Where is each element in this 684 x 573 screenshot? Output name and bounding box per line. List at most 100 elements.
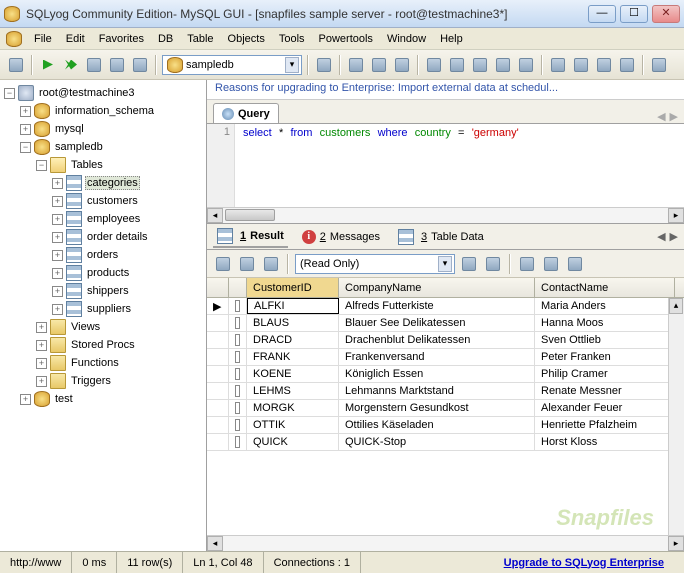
close-button[interactable]: ✕ xyxy=(652,5,680,23)
table-row[interactable]: DRACDDrachenblut DelikatessenSven Ottlie… xyxy=(207,332,684,349)
tool-button-7[interactable] xyxy=(424,55,444,75)
tree-folder-views[interactable]: +Views xyxy=(0,318,206,336)
dropdown-icon[interactable]: ▾ xyxy=(438,256,452,272)
scroll-up-icon[interactable]: ▴ xyxy=(669,298,683,314)
cell-companyname[interactable]: Blauer See Delikatessen xyxy=(339,315,535,331)
menu-window[interactable]: Window xyxy=(381,31,432,47)
expand-icon[interactable]: − xyxy=(20,142,31,153)
menu-powertools[interactable]: Powertools xyxy=(313,31,379,47)
refresh-button[interactable] xyxy=(84,55,104,75)
checkbox-icon[interactable] xyxy=(235,334,240,346)
cell-contactname[interactable]: Horst Kloss xyxy=(535,434,675,450)
query-tab[interactable]: Query xyxy=(213,103,279,123)
sql-editor[interactable]: 1 select * from customers where country … xyxy=(207,124,684,224)
tree-table-employees[interactable]: +employees xyxy=(0,210,206,228)
cell-customerid[interactable]: ALFKI xyxy=(247,298,339,314)
cell-companyname[interactable]: QUICK-Stop xyxy=(339,434,535,450)
expand-icon[interactable]: + xyxy=(52,214,63,225)
row-check[interactable] xyxy=(229,315,247,331)
tree-folder-triggers[interactable]: +Triggers xyxy=(0,372,206,390)
scroll-thumb[interactable] xyxy=(225,209,275,221)
tab-prev-icon[interactable]: ◀ xyxy=(657,110,665,123)
table-row[interactable]: FRANKFrankenversandPeter Franken xyxy=(207,349,684,366)
expand-icon[interactable]: + xyxy=(52,250,63,261)
tree-folder-storedprocs[interactable]: +Stored Procs xyxy=(0,336,206,354)
rtab-next-icon[interactable]: ▶ xyxy=(670,230,678,243)
checkbox-icon[interactable] xyxy=(235,300,240,312)
tree-table-products[interactable]: +products xyxy=(0,264,206,282)
row-check[interactable] xyxy=(229,332,247,348)
tree-table-orderdetails[interactable]: +order details xyxy=(0,228,206,246)
scroll-right-icon[interactable]: ▸ xyxy=(668,536,684,551)
expand-icon[interactable]: − xyxy=(4,88,15,99)
result-tool-6[interactable] xyxy=(517,254,537,274)
checkbox-icon[interactable] xyxy=(235,368,240,380)
scroll-right-icon[interactable]: ▸ xyxy=(668,208,684,223)
expand-icon[interactable]: + xyxy=(52,232,63,243)
tool-button-1[interactable] xyxy=(107,55,127,75)
checkbox-icon[interactable] xyxy=(235,317,240,329)
result-tool-5[interactable] xyxy=(483,254,503,274)
cell-contactname[interactable]: Alexander Feuer xyxy=(535,400,675,416)
row-check[interactable] xyxy=(229,349,247,365)
tree-table-categories[interactable]: +categories xyxy=(0,174,206,192)
table-row[interactable]: QUICKQUICK-StopHorst Kloss xyxy=(207,434,684,451)
menu-db[interactable]: DB xyxy=(152,31,179,47)
cell-customerid[interactable]: LEHMS xyxy=(247,383,339,399)
cell-companyname[interactable]: Alfreds Futterkiste xyxy=(339,298,535,314)
expand-icon[interactable]: + xyxy=(20,394,31,405)
cell-contactname[interactable]: Peter Franken xyxy=(535,349,675,365)
row-check[interactable] xyxy=(229,434,247,450)
cell-customerid[interactable]: BLAUS xyxy=(247,315,339,331)
tree-table-shippers[interactable]: +shippers xyxy=(0,282,206,300)
tool-button-8[interactable] xyxy=(447,55,467,75)
cell-companyname[interactable]: Königlich Essen xyxy=(339,366,535,382)
tab-next-icon[interactable]: ▶ xyxy=(670,110,678,123)
tree-table-customers[interactable]: +customers xyxy=(0,192,206,210)
checkbox-icon[interactable] xyxy=(235,402,240,414)
cell-customerid[interactable]: DRACD xyxy=(247,332,339,348)
tool-button-10[interactable] xyxy=(493,55,513,75)
editor-hscroll[interactable]: ◂ ▸ xyxy=(207,207,684,223)
tool-button-12[interactable] xyxy=(548,55,568,75)
result-tool-1[interactable] xyxy=(213,254,233,274)
database-selector[interactable]: sampledb ▾ xyxy=(162,55,302,75)
cell-contactname[interactable]: Henriette Pfalzheim xyxy=(535,417,675,433)
result-tool-7[interactable] xyxy=(541,254,561,274)
expand-icon[interactable]: + xyxy=(20,106,31,117)
checkbox-icon[interactable] xyxy=(235,419,240,431)
scroll-left-icon[interactable]: ◂ xyxy=(207,208,223,223)
rtab-prev-icon[interactable]: ◀ xyxy=(657,230,665,243)
tree-db-mysql[interactable]: +mysql xyxy=(0,120,206,138)
tree-root[interactable]: −root@testmachine3 xyxy=(0,84,206,102)
tool-button-16[interactable] xyxy=(649,55,669,75)
expand-icon[interactable]: − xyxy=(36,160,47,171)
object-browser[interactable]: −root@testmachine3+information_schema+my… xyxy=(0,80,207,551)
menu-objects[interactable]: Objects xyxy=(222,31,271,47)
expand-icon[interactable]: + xyxy=(36,358,47,369)
menu-file[interactable]: File xyxy=(28,31,58,47)
cell-customerid[interactable]: MORGK xyxy=(247,400,339,416)
cell-contactname[interactable]: Philip Cramer xyxy=(535,366,675,382)
row-check[interactable] xyxy=(229,298,247,314)
table-row[interactable]: LEHMSLehmanns MarktstandRenate Messner xyxy=(207,383,684,400)
result-tool-8[interactable] xyxy=(565,254,585,274)
result-tool-4[interactable] xyxy=(459,254,479,274)
col-customerid[interactable]: CustomerID xyxy=(247,278,339,297)
menu-edit[interactable]: Edit xyxy=(60,31,91,47)
result-grid[interactable]: CustomerID CompanyName ContactName ▶ALFK… xyxy=(207,278,684,551)
cell-companyname[interactable]: Morgenstern Gesundkost xyxy=(339,400,535,416)
row-check[interactable] xyxy=(229,400,247,416)
row-check[interactable] xyxy=(229,383,247,399)
upgrade-banner[interactable]: Reasons for upgrading to Enterprise: Imp… xyxy=(207,80,684,100)
tool-button-3[interactable] xyxy=(314,55,334,75)
tool-button-5[interactable] xyxy=(369,55,389,75)
expand-icon[interactable]: + xyxy=(36,376,47,387)
table-row[interactable]: KOENEKöniglich EssenPhilip Cramer xyxy=(207,366,684,383)
execute-query-button[interactable] xyxy=(38,55,58,75)
dropdown-icon[interactable]: ▾ xyxy=(285,57,299,73)
tool-button-2[interactable] xyxy=(130,55,150,75)
menu-tools[interactable]: Tools xyxy=(273,31,311,47)
expand-icon[interactable]: + xyxy=(52,286,63,297)
result-tool-2[interactable] xyxy=(237,254,257,274)
